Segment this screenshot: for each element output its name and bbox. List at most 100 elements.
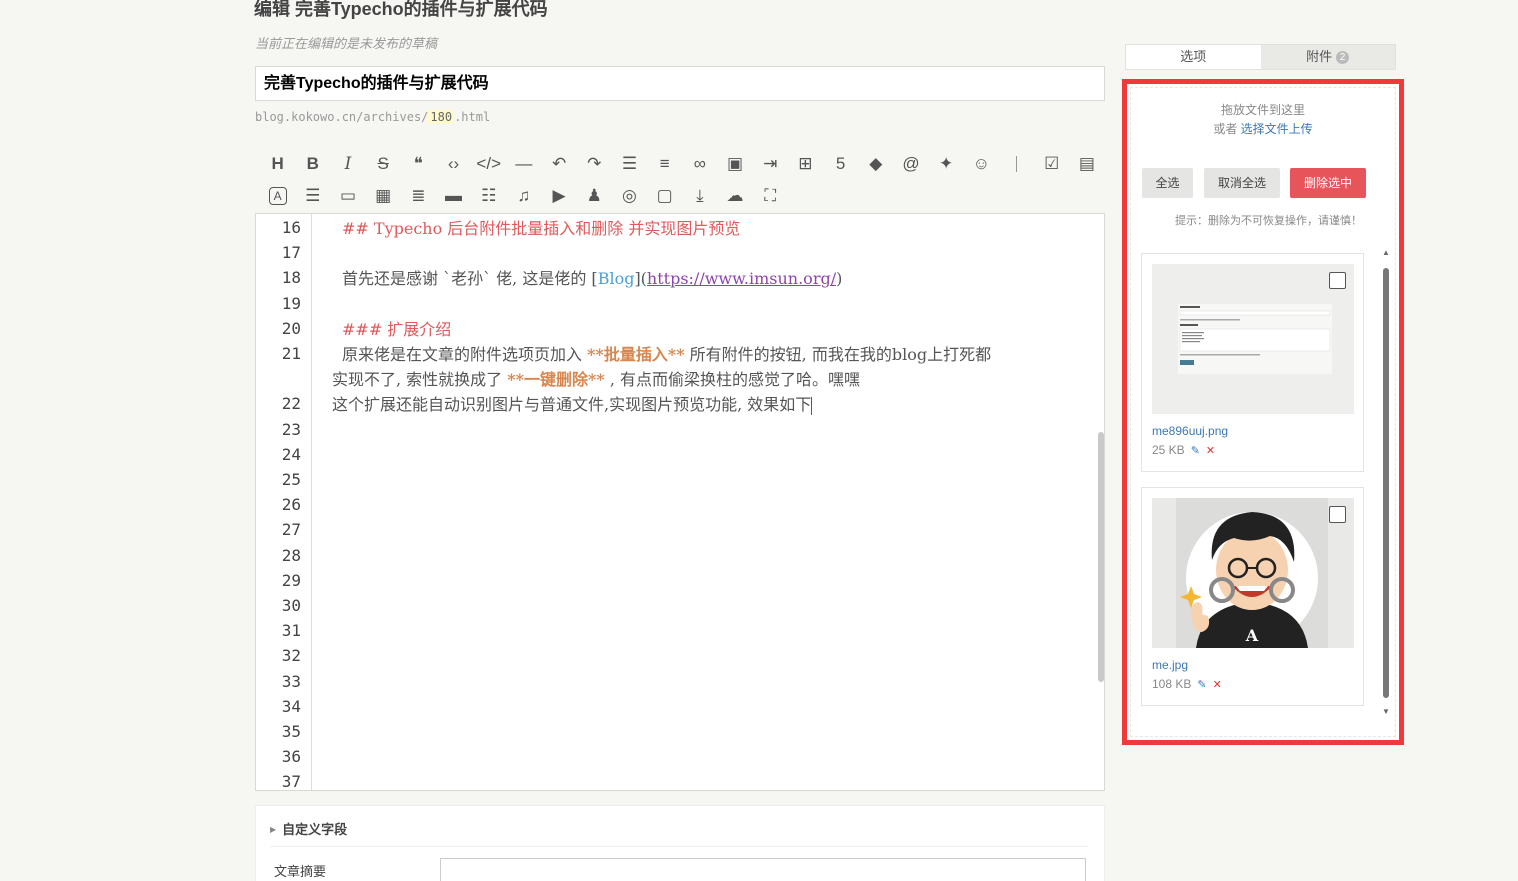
code-line: 实现不了, 索性就换成了 **一键删除** , 有点而偷梁换柱的感觉了哈。嘿嘿 [332,370,861,390]
storage-icon[interactable]: ▭ [330,182,365,210]
music-icon[interactable]: ♫ [506,182,541,210]
line-number: 35 [281,722,301,741]
edit-icon[interactable]: ✎ [1197,679,1206,691]
cloud-icon[interactable]: ☁ [717,182,752,210]
line-number: 37 [281,772,301,791]
summary-input[interactable] [440,858,1086,881]
fullscreen-icon[interactable]: ⛶ [753,182,788,210]
tab-attachments[interactable]: 附件 2 [1260,45,1395,69]
file-thumbnail [1152,264,1354,414]
inline-code-icon[interactable]: ‹› [436,150,471,178]
permalink-slug[interactable]: 180 [428,110,455,124]
attachments-count-badge: 2 [1335,51,1350,64]
line-number: 23 [281,419,301,439]
table-icon[interactable]: ⊞ [788,150,823,178]
link-icon[interactable]: ∞ [682,150,717,178]
download-icon[interactable]: ⤓ [682,182,717,210]
svg-text:A: A [1245,626,1259,645]
code-block-icon[interactable]: </> [471,150,506,178]
file-name[interactable]: me896uuj.png [1152,424,1228,438]
indent-icon[interactable]: ⇥ [753,150,788,178]
align-left-icon[interactable]: ≣ [401,182,436,210]
summary-label: 文章摘要 [274,864,327,879]
permalink-prefix: blog.kokowo.cn/archives/ [255,110,429,124]
line-number: 19 [281,293,301,313]
select-file-upload-link[interactable]: 选择文件上传 [1241,122,1313,136]
divider [270,846,1088,847]
drop-hint: 拖放文件到这里 或者 选择文件上传 [1131,101,1395,139]
toolbar-row-1: H B I S ❝ ‹› </> — ↶ ↷ ☰ ≡ ∞ ▣ ⇥ ⊞ 5 ◆ @ ✦ ☺ ☑ ▤ [260,148,1105,180]
tab-options-label: 选项 [1180,49,1207,64]
file-select-checkbox[interactable] [1329,506,1346,523]
permalink-suffix: .html [454,110,491,124]
or-text: 或者 [1213,122,1241,136]
markdown-editor[interactable]: 16 17 18 19 20 21 22 23 24 25 26 27 28 29 30 31 32 33 34 35… [255,213,1105,791]
bold-icon[interactable]: B [295,150,330,178]
file-card[interactable]: A me.jpg 108 KB ✎ ✕ [1141,487,1364,706]
file-select-checkbox[interactable] [1329,272,1346,289]
quote-icon[interactable]: ❝ [401,150,436,178]
select-all-button[interactable]: 全选 [1142,168,1193,198]
unordered-list-icon[interactable]: ≡ [647,150,682,178]
scrollbar-thumb[interactable] [1383,268,1389,698]
tab-options[interactable]: 选项 [1126,45,1261,69]
calendar-icon[interactable]: ▦ [366,182,401,210]
line-number: 17 [281,243,301,263]
toolbar-separator [999,156,1034,172]
smile-icon[interactable]: ☺ [964,150,999,178]
file-size: 108 KB [1152,677,1192,691]
line-number: 31 [281,621,301,641]
emoji-gallery-icon[interactable]: ✦ [929,150,964,178]
scroll-up-arrow-icon[interactable]: ▲ [1382,248,1390,257]
redo-icon[interactable]: ↷ [577,150,612,178]
ordered-list-icon[interactable]: ☰ [612,150,647,178]
upload-dropzone[interactable]: 拖放文件到这里 或者 选择文件上传 全选 取消全选 删除选中 提示：删除为不可恢… [1130,87,1396,737]
checklist-icon[interactable]: ☑ [1034,150,1069,178]
custom-fields-panel: ▶ 自定义字段 文章摘要 [255,805,1105,881]
at-icon[interactable]: @ [893,150,928,178]
horizontal-rule-icon[interactable]: — [506,150,541,178]
list-box-icon[interactable]: ☷ [471,182,506,210]
tab-attachments-label: 附件 [1306,49,1333,64]
custom-fields-toggle[interactable]: ▶ 自定义字段 [270,819,347,838]
server-icon[interactable]: ☰ [295,182,330,210]
eraser-icon[interactable]: ◆ [858,150,893,178]
file-thumbnail: A [1152,498,1354,648]
image-icon[interactable]: ▣ [717,150,752,178]
delete-warning: 提示：删除为不可恢复操作，请谨慎！ [1175,215,1362,227]
line-number: 33 [281,671,301,691]
line-number: 36 [281,747,301,767]
undo-icon[interactable]: ↶ [542,150,577,178]
italic-icon[interactable]: I [330,150,365,178]
file-card[interactable]: me896uuj.png 25 KB ✎ ✕ [1141,253,1364,472]
edit-icon[interactable]: ✎ [1191,445,1200,457]
picture-gallery-icon[interactable]: ▤ [1069,150,1104,178]
file-name[interactable]: me.jpg [1152,658,1188,672]
line-number: 21 [281,344,301,363]
heading-icon[interactable]: H [260,150,295,178]
html5-icon[interactable]: 5 [823,150,858,178]
file-list-scrollbar[interactable]: ▲ ▼ [1381,248,1393,716]
card-icon[interactable]: ▬ [436,182,471,210]
toolbar-row-2: A ☰ ▭ ▦ ≣ ▬ ☷ ♫ ▶ ♟ ◎ ▢ ⤓ ☁ ⛶ [260,180,1105,212]
deselect-all-button[interactable]: 取消全选 [1204,168,1280,198]
delete-icon[interactable]: ✕ [1213,679,1222,691]
delete-icon[interactable]: ✕ [1206,445,1215,457]
hidden-icon[interactable]: ◎ [612,182,647,210]
custom-fields-title: 自定义字段 [282,822,348,837]
line-number: 28 [281,545,301,565]
strikethrough-icon[interactable]: S [366,150,401,178]
delete-selected-button[interactable]: 删除选中 [1290,168,1366,198]
scroll-down-arrow-icon[interactable]: ▼ [1382,707,1390,716]
bilibili-icon[interactable]: ▢ [647,182,682,210]
post-title-input[interactable]: 完善Typecho的插件与扩展代码 [255,66,1105,101]
file-size: 25 KB [1152,443,1185,457]
code-line: ## Typecho 后台附件批量插入和删除 并实现图片预览 [342,219,741,238]
line-number: 24 [281,444,301,464]
play-icon[interactable]: ▶ [542,182,577,210]
users-icon[interactable]: ♟ [577,182,612,210]
editor-scrollbar[interactable] [1098,432,1104,682]
line-number: 18 [281,268,301,288]
file-meta: 25 KB ✎ ✕ [1152,443,1215,457]
text-a-icon[interactable]: A [268,187,287,205]
